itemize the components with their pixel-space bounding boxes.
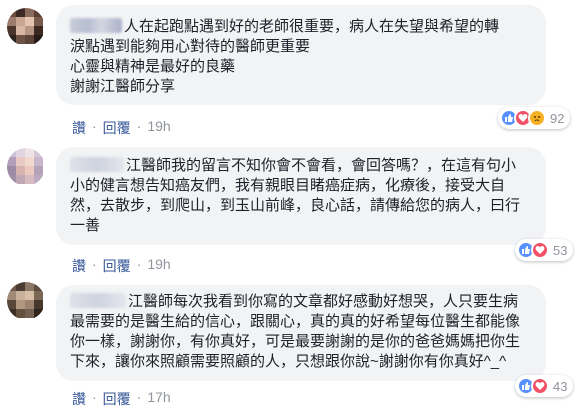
reaction-count: 53 bbox=[553, 242, 568, 258]
reaction-summary[interactable]: 43 bbox=[515, 375, 574, 397]
commenter-name-blurred[interactable] bbox=[70, 293, 126, 308]
comment-line: 心靈與精神是最好的良藥 bbox=[70, 58, 236, 75]
comment-line: 江醫師我的留言不知你會不會看，會回答嗎？，在這有句小 bbox=[70, 156, 546, 176]
timestamp[interactable]: 17h bbox=[147, 389, 170, 405]
comment-line: 小的健言想告知癌友們，我有親眼目睹癌症病，化療後，接受大自 bbox=[70, 177, 506, 194]
reply-link[interactable]: 回覆 bbox=[103, 256, 131, 276]
reaction-count: 43 bbox=[553, 378, 568, 394]
comment-line: 人在起跑點遇到好的老師很重要，病人在失望與希望的轉 bbox=[70, 17, 546, 37]
reply-link[interactable]: 回覆 bbox=[103, 389, 131, 409]
like-link[interactable]: 讚 bbox=[72, 389, 86, 409]
comment-line: 淚點遇到能夠用心對待的醫師更重要 bbox=[70, 38, 311, 55]
comment-line: 一善 bbox=[70, 217, 101, 234]
comment-line: 江醫師每次我看到你寫的文章都好感動好想哭，人只要生病 bbox=[70, 292, 546, 312]
comment-actions: 讚 · 回覆 · 17h bbox=[72, 389, 171, 409]
timestamp[interactable]: 19h bbox=[147, 256, 170, 272]
reaction-summary[interactable]: 53 bbox=[515, 239, 574, 261]
commenter-name-blurred[interactable] bbox=[70, 157, 124, 172]
separator-dot: · bbox=[92, 118, 97, 134]
reaction-summary[interactable]: 92 bbox=[498, 107, 571, 129]
sad-icon bbox=[528, 109, 546, 127]
comment-actions: 讚 · 回覆 · 19h bbox=[72, 256, 171, 276]
commenter-name-blurred[interactable] bbox=[70, 18, 122, 33]
comment-actions: 讚 · 回覆 · 19h bbox=[72, 118, 171, 138]
love-icon bbox=[531, 377, 549, 395]
separator-dot: · bbox=[92, 389, 97, 405]
separator-dot: · bbox=[136, 256, 142, 272]
comment-line: 謝謝江醫師分享 bbox=[70, 78, 176, 95]
like-link[interactable]: 讚 bbox=[72, 256, 86, 276]
separator-dot: · bbox=[136, 118, 142, 134]
comment-line: 最需要的是醫生給的信心，跟關心，真的真的好希望每位醫生都能像 bbox=[70, 313, 521, 330]
comment-bubble: 江醫師我的留言不知你會不會看，會回答嗎？，在這有句小 小的健言想告知癌友們，我有… bbox=[56, 147, 546, 245]
comment-line: 下來，讓你來照顧需要照顧的人，只想跟你說~謝謝你有你真好^_^ bbox=[70, 353, 507, 370]
timestamp[interactable]: 19h bbox=[147, 118, 170, 134]
comment-line: 然，去散步，到爬山，到玉山前峰，良心話，請傳給您的病人，曰行 bbox=[70, 197, 521, 214]
separator-dot: · bbox=[136, 389, 142, 405]
avatar[interactable] bbox=[7, 8, 45, 46]
comment-bubble: 江醫師每次我看到你寫的文章都好感動好想哭，人只要生病 最需要的是醫生給的信心，跟… bbox=[56, 285, 546, 381]
reaction-count: 92 bbox=[550, 110, 565, 126]
comment-line: 你一樣，謝謝你，有你真好，可是最要謝謝的是你的爸爸媽媽把你生 bbox=[70, 333, 521, 350]
avatar[interactable] bbox=[7, 282, 45, 320]
love-icon bbox=[531, 241, 549, 259]
reply-link[interactable]: 回覆 bbox=[103, 118, 131, 138]
comment-bubble: 人在起跑點遇到好的老師很重要，病人在失望與希望的轉 淚點遇到能夠用心對待的醫師更… bbox=[56, 5, 546, 105]
avatar[interactable] bbox=[7, 148, 45, 186]
separator-dot: · bbox=[92, 256, 97, 272]
like-link[interactable]: 讚 bbox=[72, 118, 86, 138]
